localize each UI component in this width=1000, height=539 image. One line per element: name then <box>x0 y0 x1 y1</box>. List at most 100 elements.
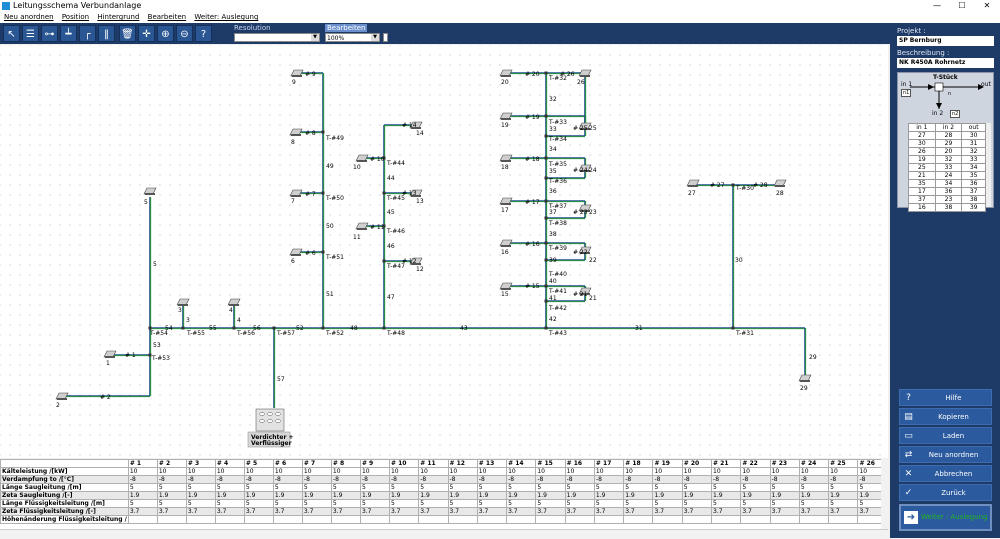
grid-cell[interactable] <box>447 515 478 524</box>
grid-cell[interactable]: 3.7 <box>476 507 508 516</box>
grid-column-header[interactable]: # 8 <box>330 459 361 468</box>
schema-label[interactable]: 8 <box>291 139 295 146</box>
schema-label[interactable]: T-#34 <box>548 136 567 143</box>
schema-label[interactable]: T-#52 <box>325 330 344 337</box>
hilfe-button[interactable]: ? Hilfe <box>899 389 992 406</box>
t-table-cell[interactable]: 38 <box>934 203 963 212</box>
grid-cell[interactable] <box>652 515 683 524</box>
menu-hintergrund[interactable]: Hintergrund <box>97 13 139 21</box>
grid-cell[interactable]: 3.7 <box>301 507 332 516</box>
schema-canvas[interactable]: Verdichter + Verflüssiger 9 8 7 6 14 10 13 11 12 20… <box>0 45 888 458</box>
grid-cell[interactable]: 1.9 <box>652 491 683 500</box>
grid-cell[interactable]: 10 <box>506 467 537 476</box>
grid-cell[interactable] <box>388 515 420 524</box>
grid-cell[interactable]: 5 <box>711 483 742 492</box>
evaporator-icon[interactable] <box>499 154 513 162</box>
grid-cell[interactable]: 5 <box>330 499 361 508</box>
grid-cell[interactable]: 10 <box>476 467 508 476</box>
evaporator-icon[interactable] <box>499 282 513 290</box>
schema-label[interactable]: 21 <box>589 295 597 302</box>
pointer-tool-button[interactable]: ↖ <box>3 25 20 42</box>
t-table-cell[interactable]: 29 <box>934 139 963 148</box>
grid-cell[interactable]: 3.7 <box>214 507 245 516</box>
schema-label[interactable]: 30 <box>735 257 743 264</box>
grid-cell[interactable]: -8 <box>185 475 216 484</box>
grid-cell[interactable]: 5 <box>740 499 771 508</box>
grid-cell[interactable]: 5 <box>769 483 800 492</box>
grid-cell[interactable]: 10 <box>418 467 449 476</box>
grid-cell[interactable]: 10 <box>388 467 420 476</box>
t-table-cell[interactable]: 30 <box>908 139 936 148</box>
t-table-cell[interactable]: 21 <box>908 171 936 180</box>
t-table-cell[interactable]: 26 <box>908 147 936 156</box>
laden-button[interactable]: ▭ Laden <box>899 427 992 444</box>
schema-label[interactable]: 44 <box>387 175 395 182</box>
schema-label[interactable]: 10 <box>353 164 361 171</box>
grid-cell[interactable]: 1.9 <box>593 491 625 500</box>
grid-column-header[interactable]: # 19 <box>652 459 683 468</box>
grid-cell[interactable]: -8 <box>711 475 742 484</box>
pipe-segment[interactable] <box>322 73 325 328</box>
grid-column-header[interactable]: # 25 <box>828 459 859 468</box>
grid-cell[interactable]: 5 <box>769 499 800 508</box>
schema-label[interactable]: 2 <box>56 402 60 409</box>
grid-cell[interactable]: -8 <box>214 475 245 484</box>
grid-cell[interactable]: -8 <box>593 475 625 484</box>
t-table-cell[interactable]: 20 <box>934 147 963 156</box>
grid-column-header[interactable]: # 22 <box>740 459 771 468</box>
grid-column-header[interactable]: # 24 <box>798 459 830 468</box>
schema-label[interactable]: 49 <box>326 163 334 170</box>
grid-column-header[interactable]: # 18 <box>623 459 654 468</box>
junction-marker[interactable] <box>544 176 548 180</box>
grid-cell[interactable]: 1.9 <box>769 491 800 500</box>
grid-cell[interactable]: 5 <box>798 499 830 508</box>
projekt-field[interactable]: SP Bernburg <box>897 36 994 46</box>
connect-tool-button[interactable]: ⊶ <box>41 25 58 42</box>
schema-label[interactable]: 46 <box>387 243 395 250</box>
t-table-cell[interactable]: 19 <box>908 155 936 164</box>
evaporator-icon[interactable] <box>290 69 304 77</box>
schema-label[interactable]: 39 <box>549 257 557 264</box>
grid-cell[interactable]: 10 <box>127 467 158 476</box>
data-grid[interactable]: # 1 # 2 # 3 # 4 # 5 # 6 # 7 # 8 # 9 # 10 # 11 # 12 #… <box>0 459 888 529</box>
schema-label[interactable]: 20 <box>501 79 509 86</box>
schema-label[interactable]: 33 <box>549 126 557 133</box>
schema-label[interactable]: # 27 <box>710 182 725 189</box>
compressor-riser[interactable] <box>273 328 276 408</box>
junction-marker[interactable] <box>382 326 386 330</box>
grid-cell[interactable]: 5 <box>623 483 654 492</box>
schema-label[interactable]: 55 <box>209 325 217 332</box>
t-stueck-scrollbar[interactable] <box>986 123 991 207</box>
grid-column-header[interactable]: # 1 <box>127 459 158 468</box>
t-table-cell[interactable]: 24 <box>934 171 963 180</box>
evaporator-icon[interactable] <box>499 239 513 247</box>
grid-cell[interactable]: 5 <box>828 499 859 508</box>
t-table-cell[interactable]: 39 <box>961 203 986 212</box>
grid-cell[interactable]: 1.9 <box>214 491 245 500</box>
zoom-out-button[interactable]: ⊖ <box>176 25 193 42</box>
t-stueck-table[interactable]: in 1 in 2 out 27 28 30 30 29 31 26 20 32 19 32 33 25 33 3… <box>908 123 986 212</box>
grid-cell[interactable]: 3.7 <box>418 507 449 516</box>
schema-label[interactable]: T-#48 <box>386 330 405 337</box>
schema-label[interactable]: 32 <box>549 96 557 103</box>
grid-cell[interactable]: -8 <box>564 475 595 484</box>
schema-label[interactable]: # 23 <box>573 209 588 216</box>
schema-label[interactable]: T-#53 <box>151 355 170 362</box>
weiter-auslegung-button[interactable]: ➜ Weiter : Auslegung <box>899 504 992 531</box>
t-table-cell[interactable]: 33 <box>961 155 986 164</box>
schema-label[interactable]: T-#47 <box>386 263 405 270</box>
grid-cell[interactable]: 3.7 <box>681 507 713 516</box>
t-table-row[interactable]: 30 29 31 <box>908 139 986 148</box>
schema-label[interactable]: 52 <box>296 325 304 332</box>
schema-label[interactable]: 43 <box>460 325 468 332</box>
grid-cell[interactable] <box>681 515 713 524</box>
pipe-segment[interactable] <box>233 306 236 328</box>
grid-cell[interactable]: 5 <box>243 499 274 508</box>
grid-cell[interactable] <box>418 515 449 524</box>
pipe-segment[interactable] <box>804 328 807 378</box>
grid-cell[interactable]: 5 <box>330 483 361 492</box>
junction-marker[interactable] <box>321 191 325 195</box>
t-table-row[interactable]: 19 32 33 <box>908 155 986 164</box>
t-table-cell[interactable]: 34 <box>961 163 986 172</box>
grid-cell[interactable]: 1.9 <box>476 491 508 500</box>
